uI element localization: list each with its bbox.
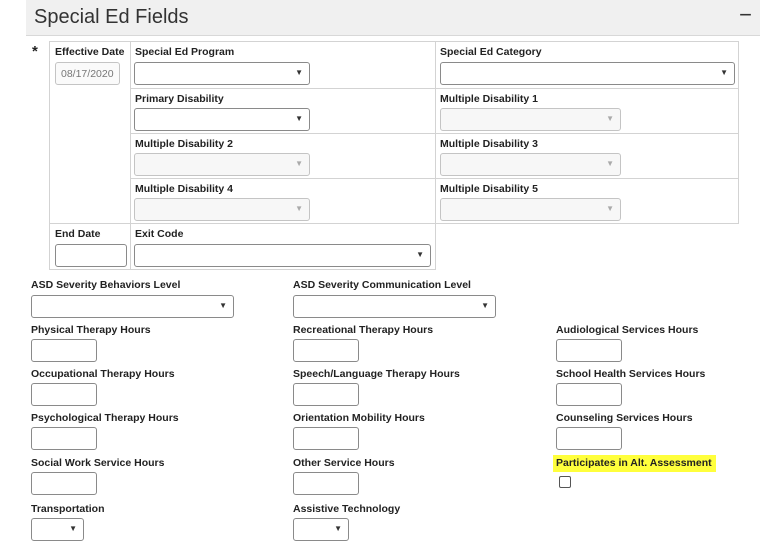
asd-communication-select[interactable]: ▼ <box>293 295 496 318</box>
psychological-therapy-label: Psychological Therapy Hours <box>31 412 179 424</box>
multiple-disability-2-select[interactable]: ▼ <box>134 153 310 176</box>
counseling-services-label: Counseling Services Hours <box>556 412 693 424</box>
end-date-field[interactable] <box>55 244 127 267</box>
recreational-therapy-field[interactable] <box>293 339 359 362</box>
physical-therapy-label: Physical Therapy Hours <box>31 324 151 336</box>
assistive-technology-label: Assistive Technology <box>293 503 401 515</box>
chevron-down-icon: ▼ <box>416 250 424 259</box>
participates-alt-assessment-label: Participates in Alt. Assessment <box>553 455 716 472</box>
multiple-disability-5-label: Multiple Disability 5 <box>440 183 539 195</box>
multiple-disability-1-select[interactable]: ▼ <box>440 108 621 131</box>
speech-language-therapy-label: Speech/Language Therapy Hours <box>293 368 460 380</box>
special-ed-program-label: Special Ed Program <box>135 46 235 58</box>
exit-code-select[interactable]: ▼ <box>134 244 431 267</box>
multiple-disability-4-label: Multiple Disability 4 <box>135 183 234 195</box>
physical-therapy-field[interactable] <box>31 339 97 362</box>
chevron-down-icon: ▼ <box>295 159 303 168</box>
chevron-down-icon: ▼ <box>606 114 614 123</box>
end-date-label: End Date <box>55 228 101 240</box>
school-health-services-label: School Health Services Hours <box>556 368 706 380</box>
occupational-therapy-field[interactable] <box>31 383 97 406</box>
chevron-down-icon: ▼ <box>295 114 303 123</box>
occupational-therapy-label: Occupational Therapy Hours <box>31 368 175 380</box>
participates-alt-assessment-checkbox[interactable] <box>559 476 571 488</box>
transportation-select[interactable]: ▼ <box>31 518 84 541</box>
other-service-label: Other Service Hours <box>293 457 395 469</box>
section-title: Special Ed Fields <box>34 6 189 28</box>
assistive-technology-select[interactable]: ▼ <box>293 518 349 541</box>
multiple-disability-2-label: Multiple Disability 2 <box>135 138 234 150</box>
multiple-disability-4-select[interactable]: ▼ <box>134 198 310 221</box>
psychological-therapy-field[interactable] <box>31 427 97 450</box>
special-ed-program-select[interactable]: ▼ <box>134 62 310 85</box>
social-work-service-field[interactable] <box>31 472 97 495</box>
collapse-icon[interactable]: − <box>739 2 752 28</box>
multiple-disability-3-select[interactable]: ▼ <box>440 153 621 176</box>
chevron-down-icon: ▼ <box>334 524 342 533</box>
other-service-field[interactable] <box>293 472 359 495</box>
chevron-down-icon: ▼ <box>720 68 728 77</box>
chevron-down-icon: ▼ <box>606 204 614 213</box>
school-health-services-field[interactable] <box>556 383 622 406</box>
transportation-label: Transportation <box>31 503 105 515</box>
effective-date-label: Effective Date <box>55 46 125 58</box>
counseling-services-field[interactable] <box>556 427 622 450</box>
audiological-services-label: Audiological Services Hours <box>556 324 699 336</box>
effective-date-field[interactable] <box>55 62 120 85</box>
chevron-down-icon: ▼ <box>481 301 489 310</box>
chevron-down-icon: ▼ <box>295 204 303 213</box>
primary-disability-label: Primary Disability <box>135 93 224 105</box>
multiple-disability-5-select[interactable]: ▼ <box>440 198 621 221</box>
chevron-down-icon: ▼ <box>295 68 303 77</box>
special-ed-category-select[interactable]: ▼ <box>440 62 735 85</box>
speech-language-therapy-field[interactable] <box>293 383 359 406</box>
special-ed-category-label: Special Ed Category <box>440 46 542 58</box>
audiological-services-field[interactable] <box>556 339 622 362</box>
required-marker: * <box>32 43 38 60</box>
chevron-down-icon: ▼ <box>219 301 227 310</box>
primary-disability-select[interactable]: ▼ <box>134 108 310 131</box>
asd-behaviors-label: ASD Severity Behaviors Level <box>31 279 181 291</box>
chevron-down-icon: ▼ <box>606 159 614 168</box>
recreational-therapy-label: Recreational Therapy Hours <box>293 324 434 336</box>
orientation-mobility-field[interactable] <box>293 427 359 450</box>
orientation-mobility-label: Orientation Mobility Hours <box>293 412 425 424</box>
multiple-disability-1-label: Multiple Disability 1 <box>440 93 539 105</box>
chevron-down-icon: ▼ <box>69 524 77 533</box>
multiple-disability-3-label: Multiple Disability 3 <box>440 138 539 150</box>
social-work-service-label: Social Work Service Hours <box>31 457 165 469</box>
exit-code-label: Exit Code <box>135 228 184 240</box>
asd-communication-label: ASD Severity Communication Level <box>293 279 471 291</box>
section-header: Special Ed Fields − <box>26 0 760 36</box>
asd-behaviors-select[interactable]: ▼ <box>31 295 234 318</box>
